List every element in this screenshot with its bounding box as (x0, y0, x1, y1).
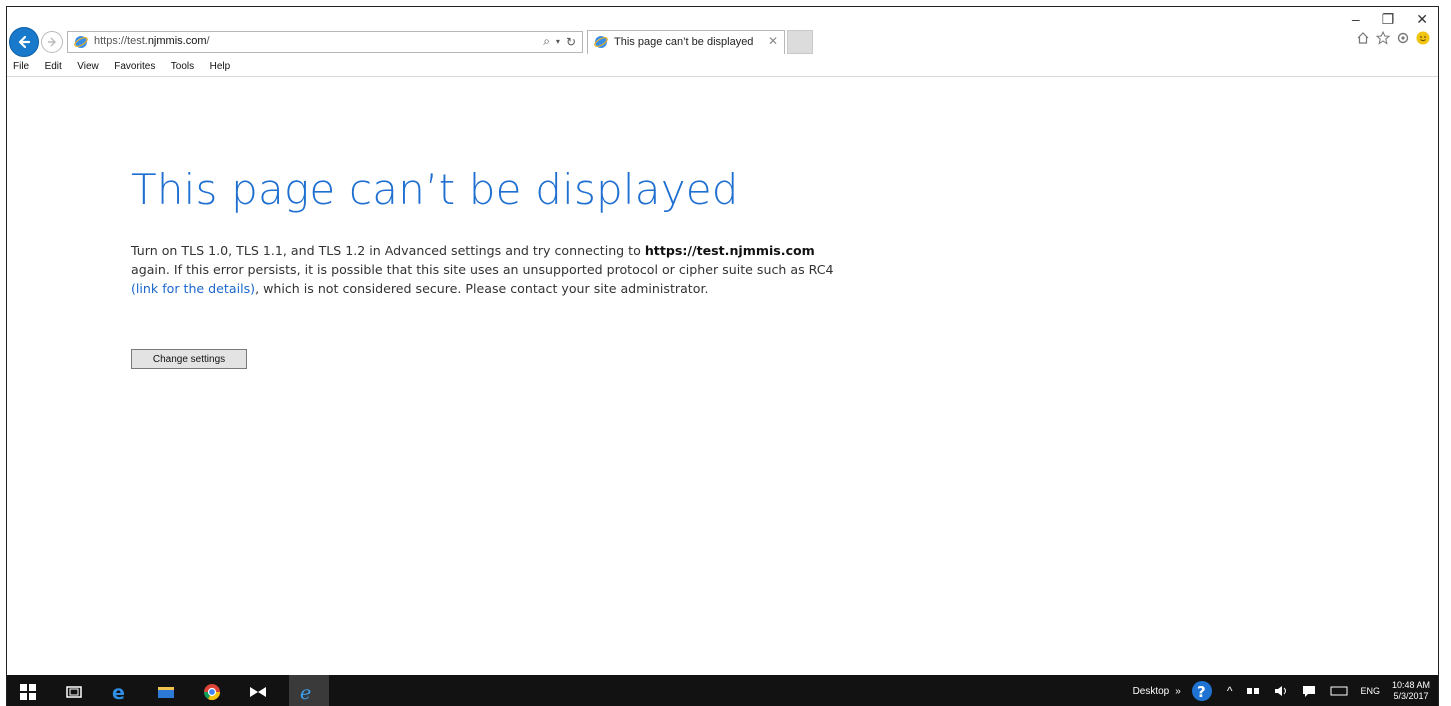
restore-icon[interactable]: ❐ (1382, 11, 1395, 28)
error-message: Turn on TLS 1.0, TLS 1.1, and TLS 1.2 in… (131, 243, 834, 296)
settings-gear-icon[interactable] (1396, 31, 1410, 45)
forward-button[interactable] (41, 31, 63, 53)
close-tab-icon[interactable]: ✕ (768, 34, 778, 48)
svg-text:e: e (112, 683, 125, 701)
volume-icon[interactable] (1274, 685, 1288, 697)
clock-time: 10:48 AM (1391, 680, 1430, 690)
internet-explorer-icon: e (300, 683, 311, 701)
help-icon[interactable]: ? (1191, 680, 1213, 702)
clock-date: 5/3/2017 (1393, 691, 1429, 701)
back-arrow-icon (18, 35, 31, 49)
edge-browser-icon[interactable]: e (111, 683, 129, 701)
windows-start-icon[interactable] (19, 683, 37, 701)
language-indicator[interactable]: ENG (1360, 686, 1380, 696)
chrome-icon[interactable] (203, 683, 221, 701)
clock[interactable]: 10:48 AM 5/3/2017 (1392, 680, 1430, 702)
address-bar[interactable]: https://test.njmmis.com/ ⌕ ▾ ↻ (67, 31, 583, 53)
svg-text:e: e (300, 683, 311, 701)
smiley-feedback-icon[interactable] (1416, 31, 1430, 45)
forward-arrow-icon (48, 37, 56, 47)
network-icon[interactable] (1246, 685, 1260, 697)
task-view-icon[interactable] (65, 683, 83, 701)
ie-favicon-icon (74, 36, 88, 48)
system-tray: Desktop » ? ^ ENG 10:48 AM 5/3/2017 (1133, 675, 1438, 706)
menu-bar: File Edit View Favorites Tools Help (7, 56, 1438, 77)
host-name: https://test.njmmis.com (644, 243, 815, 258)
menu-view[interactable]: View (77, 56, 99, 72)
favorites-star-icon[interactable] (1376, 31, 1390, 45)
menu-help[interactable]: Help (210, 56, 231, 72)
dropdown-icon[interactable]: ▾ (556, 37, 560, 46)
home-icon[interactable] (1356, 31, 1370, 45)
menu-favorites[interactable]: Favorites (114, 56, 155, 72)
taskbar-item-active[interactable]: e (289, 675, 329, 706)
tab-active[interactable]: This page can’t be displayed ✕ (587, 30, 785, 54)
close-window-icon[interactable]: ✕ (1416, 11, 1428, 28)
menu-edit[interactable]: Edit (45, 56, 62, 72)
action-center-icon[interactable] (1302, 685, 1316, 697)
search-icon[interactable]: ⌕ (543, 34, 550, 49)
page-content: This page can’t be displayed Turn on TLS… (7, 77, 1438, 675)
show-hidden-icons-icon[interactable]: ^ (1227, 684, 1233, 698)
change-settings-button[interactable]: Change settings (131, 349, 247, 369)
ie-favicon-icon (594, 36, 608, 48)
browser-toolbar: https://test.njmmis.com/ ⌕ ▾ ↻ This page… (7, 7, 1438, 77)
keyboard-icon[interactable] (1330, 685, 1348, 697)
back-button[interactable] (9, 27, 39, 57)
visual-studio-icon[interactable] (249, 683, 267, 701)
file-explorer-icon[interactable] (157, 683, 175, 701)
details-link[interactable]: (link for the details) (131, 281, 255, 296)
minimize-icon[interactable]: – (1352, 11, 1360, 28)
address-url: https://test.njmmis.com/ (94, 35, 210, 47)
menu-tools[interactable]: Tools (171, 56, 194, 72)
menu-file[interactable]: File (13, 56, 29, 72)
toolbar-expand-icon[interactable]: » (1175, 686, 1181, 697)
tab-title: This page can’t be displayed (614, 36, 754, 48)
page-title: This page can’t be displayed (131, 165, 739, 214)
browser-window: https://test.njmmis.com/ ⌕ ▾ ↻ This page… (6, 6, 1439, 706)
desktop-toolbar-label[interactable]: Desktop (1133, 686, 1170, 697)
svg-text:?: ? (1197, 683, 1206, 701)
refresh-icon[interactable]: ↻ (566, 35, 576, 49)
new-tab-button[interactable] (787, 30, 813, 54)
taskbar: e e Desktop » ? ^ ENG 10:48 AM 5/3/2017 (7, 675, 1438, 706)
